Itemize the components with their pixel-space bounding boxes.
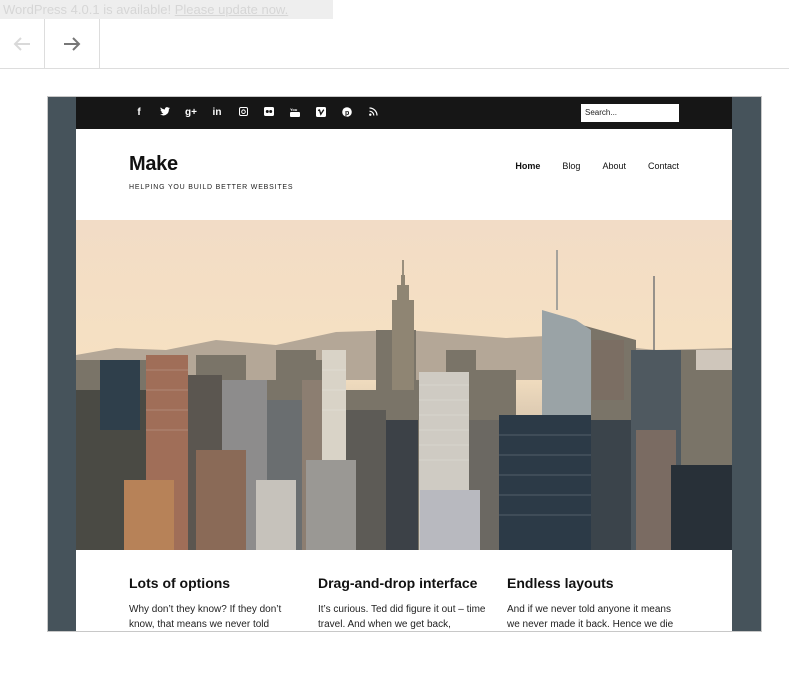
update-notice-text: WordPress 4.0.1 is available! bbox=[3, 2, 175, 17]
menu-item-blog[interactable]: Blog bbox=[562, 161, 580, 171]
site-page: f g+ in You p Make HELPING YOU BUILD BET… bbox=[76, 97, 732, 631]
social-links: f g+ in You p bbox=[126, 106, 386, 120]
site-branding: Make HELPING YOU BUILD BETTER WEBSITES bbox=[129, 153, 293, 191]
update-now-link[interactable]: Please update now. bbox=[175, 2, 288, 17]
arrow-left-icon bbox=[13, 36, 30, 51]
flickr-icon[interactable] bbox=[256, 106, 282, 120]
youtube-icon[interactable]: You bbox=[282, 106, 308, 120]
facebook-icon[interactable]: f bbox=[126, 106, 152, 120]
twitter-icon[interactable] bbox=[152, 106, 178, 120]
svg-text:p: p bbox=[345, 110, 349, 117]
feature-column: Drag-and-drop interface It’s curious. Te… bbox=[318, 575, 507, 631]
site-preview-frame: f g+ in You p Make HELPING YOU BUILD BET… bbox=[47, 96, 762, 632]
feature-text: And if we never told anyone it means we … bbox=[507, 604, 674, 630]
google-plus-icon[interactable]: g+ bbox=[178, 106, 204, 120]
menu-item-about[interactable]: About bbox=[602, 161, 626, 171]
city-skyline-image bbox=[76, 220, 732, 550]
pinterest-icon[interactable]: p bbox=[334, 106, 360, 120]
primary-menu: Home Blog About Contact bbox=[493, 161, 679, 171]
arrow-right-icon bbox=[64, 36, 81, 51]
instagram-icon[interactable] bbox=[230, 106, 256, 120]
feature-title: Endless layouts bbox=[507, 575, 614, 591]
update-notice: WordPress 4.0.1 is available! Please upd… bbox=[0, 0, 333, 19]
search-input[interactable] bbox=[581, 104, 679, 122]
linkedin-icon[interactable]: in bbox=[204, 106, 230, 120]
menu-item-home[interactable]: Home bbox=[515, 161, 540, 171]
feature-column: Lots of options Why don’t they know? If … bbox=[129, 575, 318, 631]
hero-image bbox=[76, 220, 732, 550]
header-bar: f g+ in You p bbox=[76, 97, 732, 129]
back-button[interactable] bbox=[0, 19, 45, 68]
svg-text:You: You bbox=[290, 107, 298, 112]
menu-item-contact[interactable]: Contact bbox=[648, 161, 679, 171]
feature-title: Drag-and-drop interface bbox=[318, 575, 478, 591]
rss-icon[interactable] bbox=[360, 106, 386, 120]
feature-text: It’s curious. Ted did figure it out – ti… bbox=[318, 604, 486, 630]
site-tagline: HELPING YOU BUILD BETTER WEBSITES bbox=[129, 184, 294, 191]
feature-title: Lots of options bbox=[129, 575, 231, 591]
feature-text: Why don’t they know? If they don’t know,… bbox=[129, 604, 282, 630]
forward-button[interactable] bbox=[45, 19, 100, 68]
feature-column: Endless layouts And if we never told any… bbox=[507, 575, 696, 631]
preview-toolbar bbox=[0, 19, 789, 69]
vimeo-icon[interactable] bbox=[308, 106, 334, 120]
site-title[interactable]: Make bbox=[129, 153, 293, 176]
features-row: Lots of options Why don’t they know? If … bbox=[129, 575, 696, 631]
